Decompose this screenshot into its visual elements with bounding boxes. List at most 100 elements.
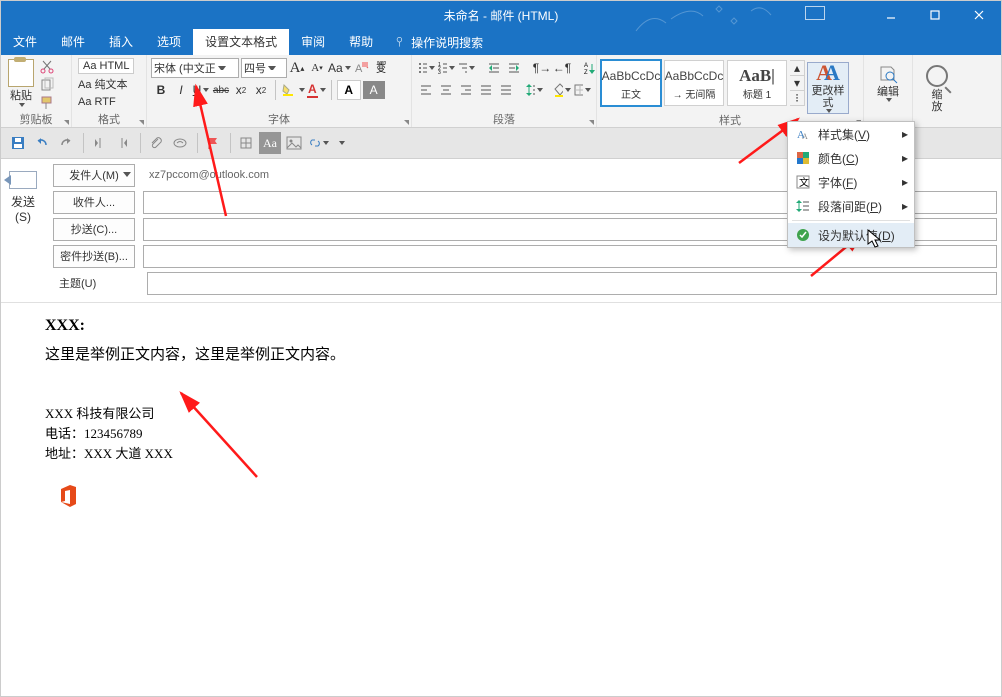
svg-text:3: 3: [438, 70, 441, 75]
grow-font-button[interactable]: A▴: [288, 59, 306, 77]
italic-button[interactable]: I: [172, 81, 190, 99]
change-case-button[interactable]: Aa: [328, 59, 351, 77]
signature-block: XXX 科技有限公司 电话：123456789 地址：XXX 大道 XXX: [45, 404, 957, 464]
style-tile-nospacing[interactable]: AaBbCcDc → 无间隔: [664, 60, 724, 106]
tell-me-search[interactable]: 操作说明搜索: [385, 34, 491, 51]
qat-picture-button[interactable]: [283, 132, 305, 154]
qat-customize-button[interactable]: [331, 132, 353, 154]
dd-fonts[interactable]: 文 字体(F) ▸: [788, 170, 914, 194]
qat-previous-button[interactable]: [88, 132, 110, 154]
character-border-button[interactable]: A: [337, 80, 361, 100]
send-button[interactable]: 发送(S): [11, 193, 35, 224]
multilevel-button[interactable]: [457, 59, 475, 77]
close-button[interactable]: [957, 1, 1001, 29]
format-rtf-button[interactable]: Aa RTF: [78, 96, 116, 108]
tab-options[interactable]: 选项: [145, 29, 193, 55]
style-tile-normal[interactable]: AaBbCcDc 正文: [601, 60, 661, 106]
borders-button[interactable]: [573, 81, 591, 99]
tab-format-text[interactable]: 设置文本格式: [193, 29, 289, 55]
highlight-color-button[interactable]: [281, 81, 305, 99]
subscript-button[interactable]: x2: [232, 81, 250, 99]
sig-phone: 电话：123456789: [45, 424, 957, 444]
title-bar: 未命名 - 邮件 (HTML): [1, 1, 1001, 29]
edit-button[interactable]: 编辑: [870, 62, 906, 127]
qat-table-button[interactable]: [235, 132, 257, 154]
strikethrough-button[interactable]: abc: [212, 81, 230, 99]
rtl-button[interactable]: ←¶: [553, 59, 571, 77]
submenu-arrow-icon: ▸: [902, 175, 908, 189]
change-styles-dropdown: AA 样式集(V) ▸ 颜色(C) ▸ 文 字体(F) ▸ 段落间距(P) ▸ …: [787, 121, 915, 248]
from-button[interactable]: 发件人(M): [53, 164, 135, 187]
bcc-button[interactable]: 密件抄送(B)...: [53, 245, 135, 268]
message-body[interactable]: XXX: 这里是举例正文内容，这里是举例正文内容。 XXX 科技有限公司 电话：…: [1, 303, 1001, 526]
group-font: 宋体 (中文正 四号 A▴ A▾ Aa A 变wen B I U abc x2 …: [147, 55, 412, 127]
styles-gallery-more[interactable]: ▴▾⁝: [790, 60, 805, 106]
shading-button[interactable]: [553, 81, 571, 99]
change-styles-button[interactable]: AA 更改样式: [807, 62, 849, 114]
qat-attach-button[interactable]: [145, 132, 167, 154]
dd-colors[interactable]: 颜色(C) ▸: [788, 146, 914, 170]
bold-button[interactable]: B: [152, 81, 170, 99]
dd-paragraph-spacing[interactable]: 段落间距(P) ▸: [788, 194, 914, 218]
qat-next-button[interactable]: [112, 132, 134, 154]
cut-button[interactable]: [39, 59, 55, 75]
qat-flag-button[interactable]: [202, 132, 224, 154]
subject-label: 主题(U): [53, 275, 139, 291]
font-color-button[interactable]: A: [307, 81, 326, 99]
paste-button[interactable]: 粘贴: [5, 57, 37, 113]
zoom-button[interactable]: 缩放: [919, 65, 955, 127]
style-tile-heading1[interactable]: AaB| 标题 1: [727, 60, 787, 106]
increase-indent-button[interactable]: [505, 59, 523, 77]
ribbon: 粘贴 剪贴板 Aa HTML Aa 纯文本 Aa RTF 格式: [1, 55, 1001, 128]
cc-button[interactable]: 抄送(C)...: [53, 218, 135, 241]
align-right-button[interactable]: [457, 81, 475, 99]
subject-input[interactable]: [147, 272, 997, 295]
qat-character-shading-button[interactable]: Aa: [259, 132, 281, 154]
dd-style-set[interactable]: AA 样式集(V) ▸: [788, 122, 914, 146]
superscript-button[interactable]: x2: [252, 81, 270, 99]
window-title: 未命名 - 邮件 (HTML): [444, 7, 559, 24]
align-center-button[interactable]: [437, 81, 455, 99]
numbering-button[interactable]: 123: [437, 59, 455, 77]
paragraph-spacing-icon: [794, 199, 812, 213]
tab-file[interactable]: 文件: [1, 29, 49, 55]
tab-review[interactable]: 审阅: [289, 29, 337, 55]
tab-mail[interactable]: 邮件: [49, 29, 97, 55]
maximize-button[interactable]: [913, 1, 957, 29]
qat-signature-button[interactable]: [169, 132, 191, 154]
ltr-button[interactable]: ¶→: [533, 59, 551, 77]
format-painter-button[interactable]: [39, 95, 55, 111]
group-edit: 编辑: [864, 55, 913, 127]
clear-formatting-button[interactable]: A: [353, 59, 371, 77]
body-paragraph: 这里是举例正文内容，这里是举例正文内容。: [45, 343, 957, 364]
qat-redo-button[interactable]: [55, 132, 77, 154]
tab-help[interactable]: 帮助: [337, 29, 385, 55]
group-clipboard: 粘贴 剪贴板: [1, 55, 72, 127]
copy-button[interactable]: [39, 77, 55, 93]
bullets-button[interactable]: [417, 59, 435, 77]
font-size-combo[interactable]: 四号: [241, 58, 287, 78]
shrink-font-button[interactable]: A▾: [308, 59, 326, 77]
decrease-indent-button[interactable]: [485, 59, 503, 77]
line-spacing-button[interactable]: [525, 81, 543, 99]
qat-undo-button[interactable]: [31, 132, 53, 154]
group-paragraph: 123 ¶→ ←¶ AZ ¶: [412, 55, 597, 127]
ribbon-display-icon[interactable]: [805, 6, 825, 20]
minimize-button[interactable]: [869, 1, 913, 29]
format-html-button[interactable]: Aa HTML: [78, 58, 134, 74]
sig-company: XXX 科技有限公司: [45, 404, 957, 424]
justify-button[interactable]: [477, 81, 495, 99]
distribute-button[interactable]: [497, 81, 515, 99]
format-plain-button[interactable]: Aa 纯文本: [78, 76, 128, 92]
tab-insert[interactable]: 插入: [97, 29, 145, 55]
underline-button[interactable]: U: [192, 81, 210, 99]
qat-save-button[interactable]: [7, 132, 29, 154]
change-styles-icon: AA: [816, 63, 840, 83]
phonetic-guide-button[interactable]: 变wen: [373, 59, 391, 77]
to-button[interactable]: 收件人...: [53, 191, 135, 214]
align-left-button[interactable]: [417, 81, 435, 99]
qat-link-button[interactable]: [307, 132, 329, 154]
font-family-combo[interactable]: 宋体 (中文正: [151, 58, 239, 78]
character-shading-button[interactable]: A: [363, 81, 385, 99]
dd-set-default[interactable]: 设为默认值(D): [788, 223, 914, 247]
